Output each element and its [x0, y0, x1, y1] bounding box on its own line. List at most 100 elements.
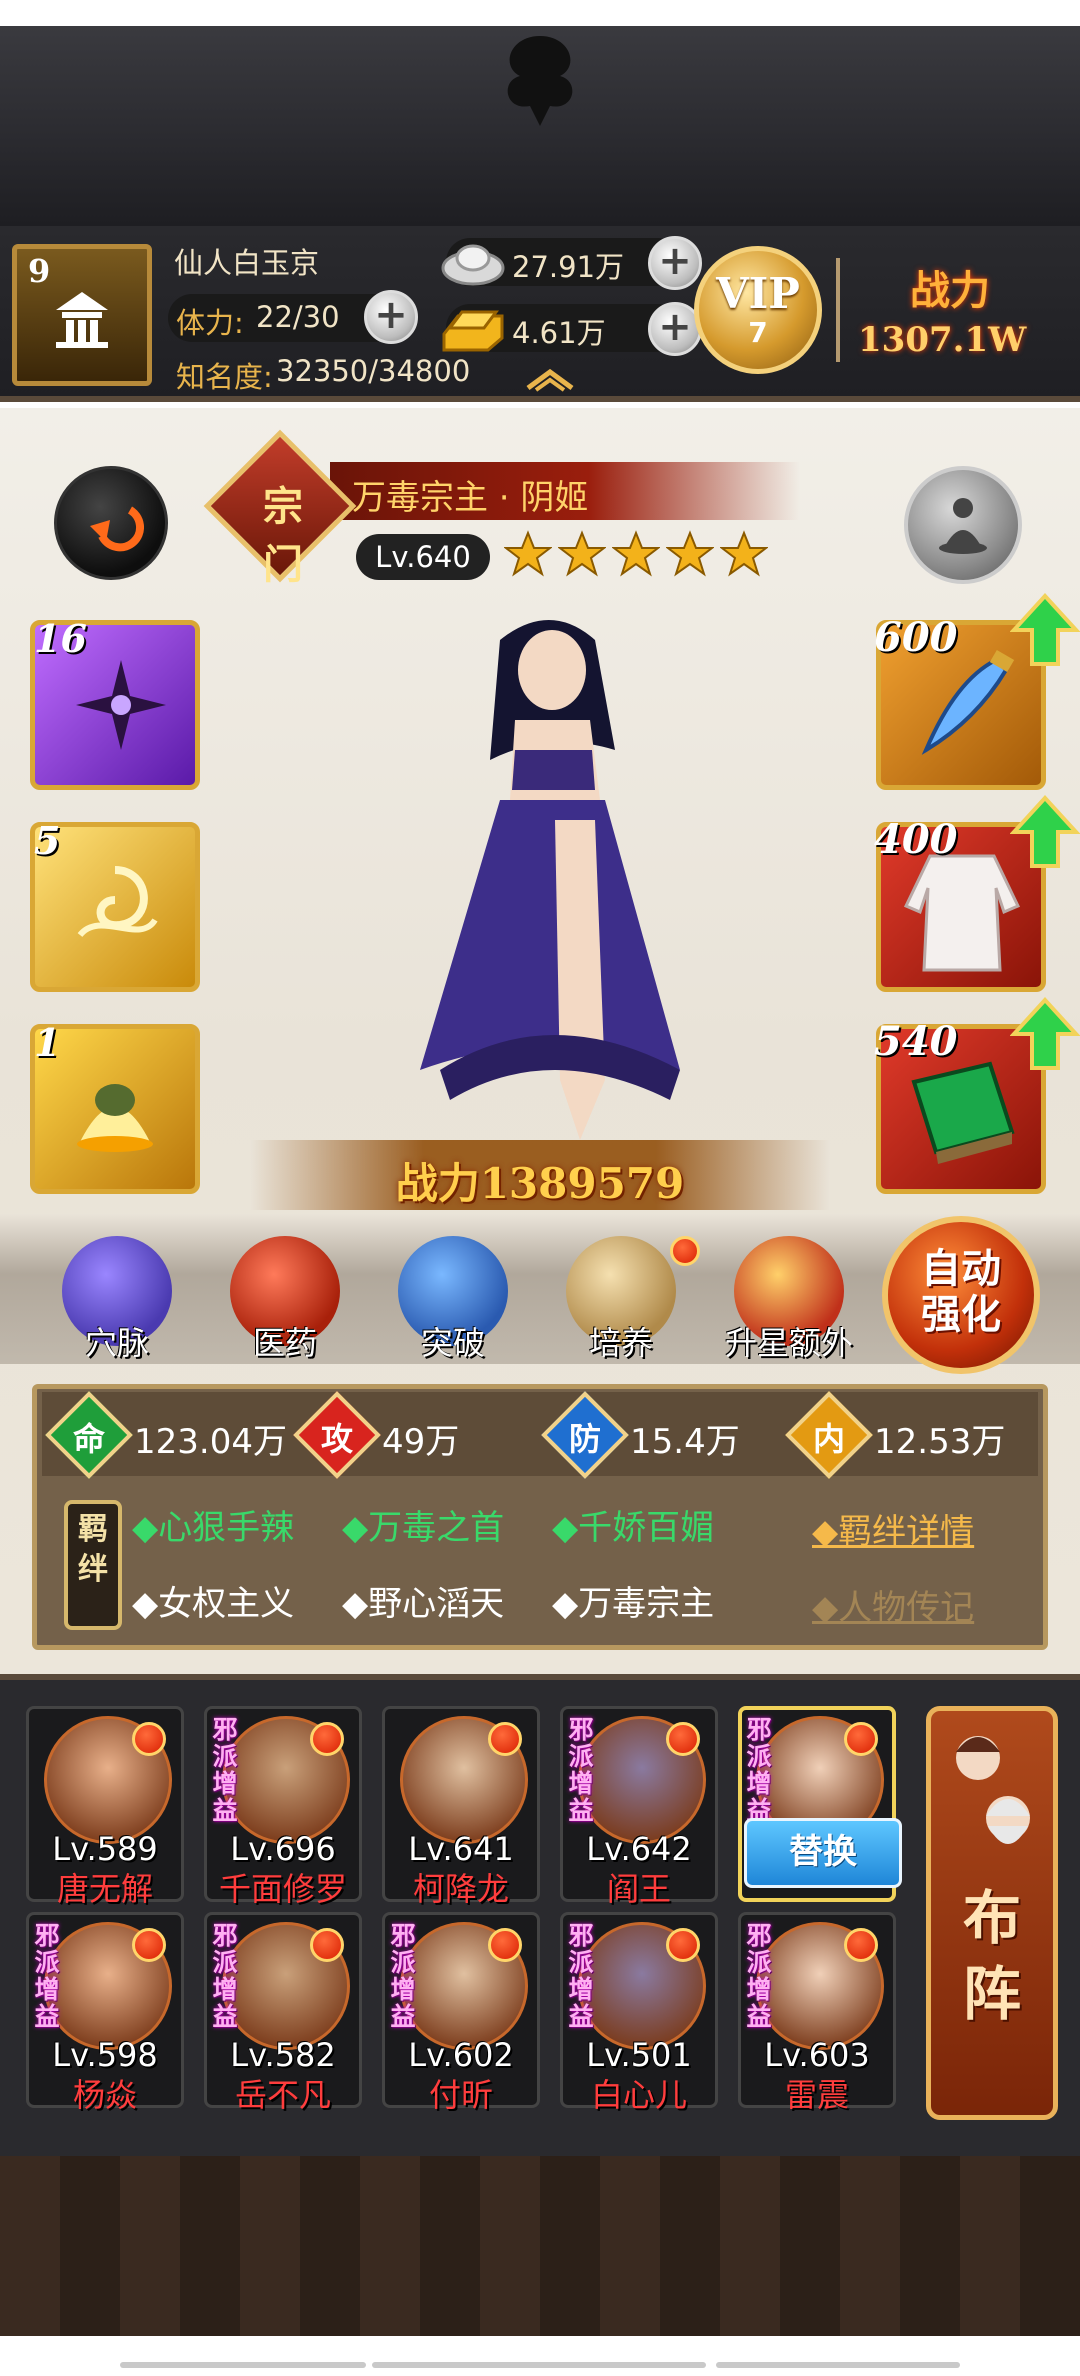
roster-hero-name: 岳不凡: [234, 2076, 331, 2114]
formation-label-text: 布阵: [962, 1884, 1021, 2028]
equip-level-armor: 400: [874, 816, 958, 863]
bottom-decoration: [0, 2156, 1080, 2336]
gesture-segment: [716, 2362, 960, 2368]
skill-level-1: 16: [34, 616, 87, 661]
roster-hero-name: 柯降龙: [412, 1870, 509, 1908]
expand-chevron-icon[interactable]: [522, 364, 578, 392]
sect-boost-tag: 邪派增益: [34, 1921, 60, 2031]
roster-level: Lv.589: [52, 1830, 158, 1868]
roster-hero-name: 白心儿: [590, 2076, 687, 2114]
internal-stat-value: 12.53万: [874, 1422, 1006, 1462]
gesture-segment: [372, 2362, 706, 2368]
bond-active-1: ◆心狠手辣: [132, 1508, 295, 1548]
shuriken-icon: [76, 660, 166, 750]
swap-button[interactable]: 替换: [744, 1818, 902, 1888]
bond-inactive-3: ◆万毒宗主: [552, 1584, 715, 1624]
hero-combat-power: 战力1389579: [395, 1159, 685, 1208]
func-label-meridian: 穴脉: [84, 1324, 149, 1362]
bond-details-link[interactable]: ◆羁绊详情: [812, 1504, 974, 1553]
add-silver-button[interactable]: +: [648, 236, 702, 290]
roster-level: Lv.696: [230, 1830, 336, 1868]
notification-dot: [666, 1722, 700, 1756]
sect-boost-tag: 邪派增益: [568, 1921, 594, 2031]
roster-hero-name: 杨焱: [72, 2076, 137, 2114]
equip-level-book: 540: [874, 1018, 958, 1065]
defense-stat-value: 15.4万: [630, 1422, 740, 1462]
sect-badge-text: 宗门: [263, 483, 303, 588]
vip-badge[interactable]: VIP 7: [694, 246, 822, 374]
notification-dot: [132, 1928, 166, 1962]
hero-portrait: [420, 620, 680, 1140]
star-icon: [666, 530, 714, 577]
roster-level: Lv.603: [764, 2036, 870, 2074]
roster-level: Lv.501: [586, 2036, 692, 2074]
back-arrow-icon: [90, 506, 144, 552]
player-level: 9: [28, 252, 51, 290]
sect-boost-tag: 邪派增益: [568, 1715, 594, 1825]
swirl-icon: [77, 866, 158, 938]
defense-stat-char: 防: [568, 1420, 601, 1458]
system-gesture-bar: [0, 2336, 1080, 2376]
meditating-figure-icon: [939, 498, 987, 554]
notification-dot: [666, 1928, 700, 1962]
star-icon: [504, 530, 552, 577]
biography-link[interactable]: ◆人物传记: [812, 1580, 974, 1629]
total-power-label: 战力: [910, 267, 990, 314]
star-icon: [720, 530, 768, 577]
silver-amount: 27.91万: [512, 250, 625, 284]
roster-level: Lv.642: [586, 1830, 692, 1868]
notification-dot: [488, 1722, 522, 1756]
fame-value: 32350/34800: [276, 354, 471, 388]
auto-enhance-line2: 强化: [921, 1291, 1001, 1338]
func-label-cultivate: 培养: [588, 1324, 653, 1362]
attack-stat-char: 攻: [320, 1420, 353, 1458]
star-icon: [558, 530, 606, 577]
notification-dot: [844, 1928, 878, 1962]
formation-label: 布阵: [926, 1880, 1058, 2032]
skill-level-2: 5: [34, 818, 61, 863]
func-label-medicine: 医药: [252, 1324, 317, 1362]
bond-active-2: ◆万毒之首: [342, 1508, 505, 1548]
notification-dot: [488, 1928, 522, 1962]
roster-hero-name: 雷震: [784, 2076, 849, 2114]
gesture-segment: [120, 2362, 366, 2368]
attack-stat-value: 49万: [382, 1422, 460, 1462]
notification-dot: [310, 1722, 344, 1756]
hero-name: 万毒宗主 · 阴姬: [352, 478, 589, 518]
notification-dot: [844, 1722, 878, 1756]
pagoda-icon: [56, 292, 108, 348]
sect-boost-tag: 邪派增益: [390, 1921, 416, 2031]
hero-level: Lv.640: [375, 540, 471, 574]
upgrade-arrow-icon: [1010, 593, 1080, 666]
star-icon: [612, 530, 660, 577]
add-stamina-button[interactable]: +: [364, 290, 418, 344]
fame-label: 知名度:: [176, 360, 273, 394]
sect-boost-tag: 邪派增益: [746, 1921, 772, 2031]
roster-hero-name: 千面修罗: [218, 1870, 347, 1908]
stamina-value: 22/30: [256, 300, 340, 334]
sect-boost-tag: 邪派增益: [212, 1921, 238, 2031]
auto-enhance-label: 自动 强化: [882, 1246, 1040, 1338]
header-divider: [836, 258, 840, 362]
notification-dot: [132, 1722, 166, 1756]
bond-active-3: ◆千娇百媚: [552, 1508, 715, 1548]
roster-level: Lv.582: [230, 2036, 336, 2074]
skill-level-3: 1: [34, 1020, 61, 1065]
bond-tag-text: 羁绊: [66, 1510, 120, 1590]
roster-hero-name: 唐无解: [56, 1870, 153, 1908]
gold-amount: 4.61万: [512, 316, 606, 350]
white-robe-icon: [903, 854, 1021, 972]
auto-enhance-line1: 自动: [921, 1245, 1001, 1292]
hp-stat-char: 命: [72, 1420, 105, 1458]
notification-dot: [310, 1928, 344, 1962]
roster-level: Lv.641: [408, 1830, 514, 1868]
formation-heroes-icon: [956, 1736, 1030, 1844]
gold-bar-icon: [442, 310, 504, 352]
stamina-label: 体力:: [176, 306, 244, 340]
roof-ornament-icon: [507, 36, 573, 126]
roster-hero-name: 付昕: [428, 2076, 493, 2114]
func-label-star-up: 升星额外: [724, 1324, 853, 1362]
sect-boost-tag: 邪派增益: [212, 1715, 238, 1825]
roster-level: Lv.602: [408, 2036, 514, 2074]
bond-tag-label: 羁绊: [78, 1512, 108, 1587]
